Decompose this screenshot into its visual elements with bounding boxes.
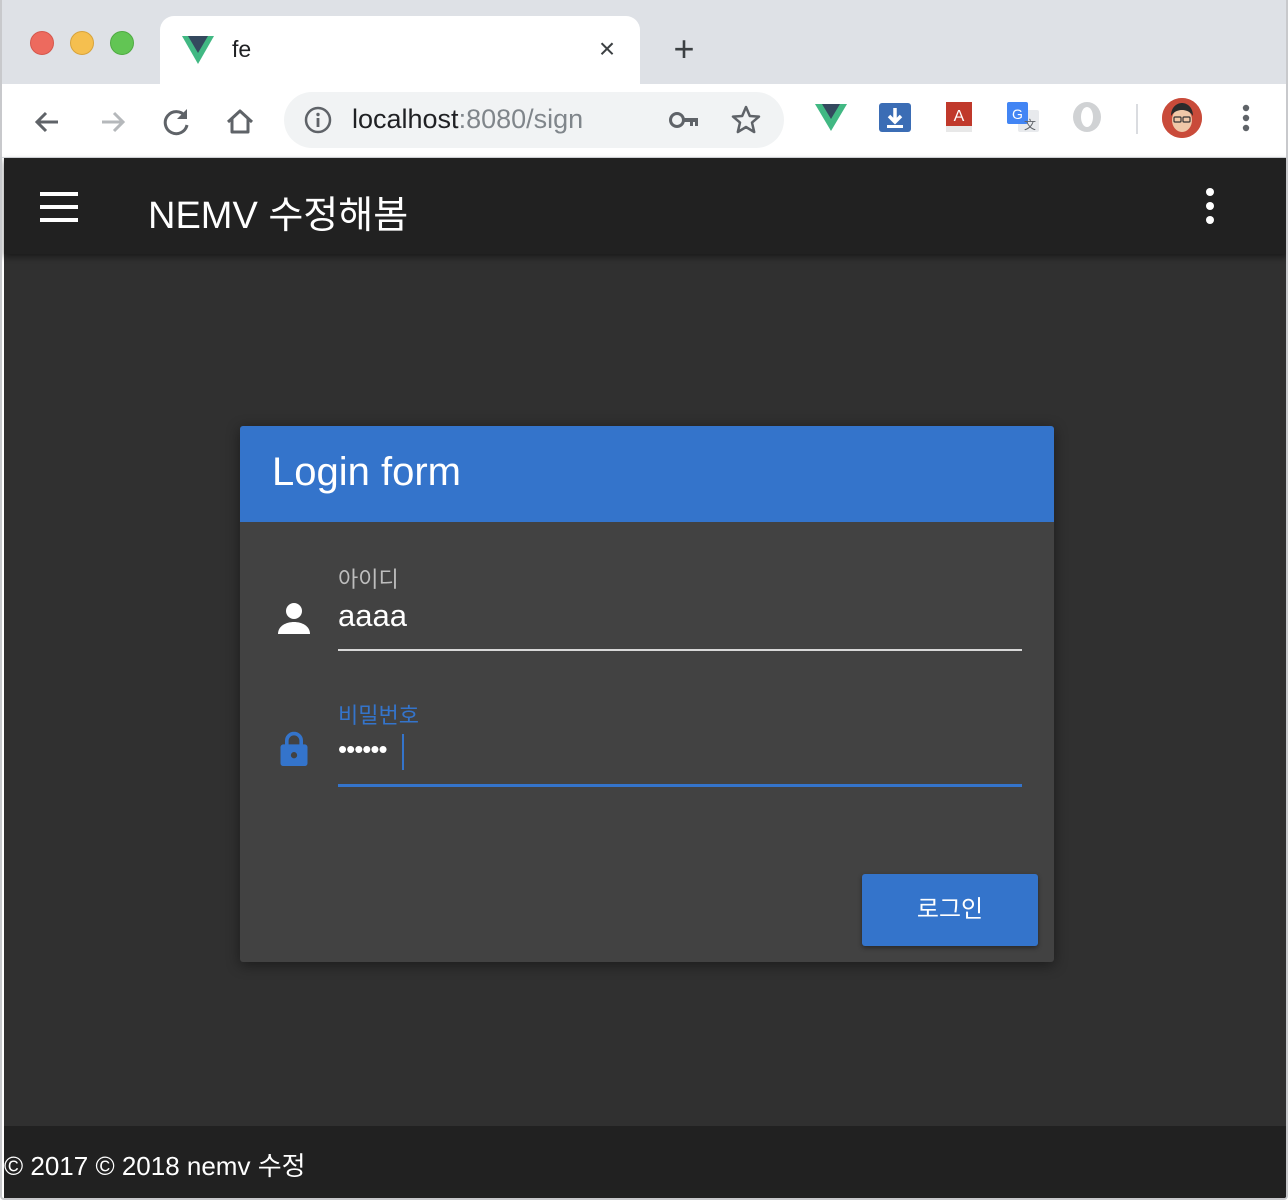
password-field-underline: [338, 784, 1022, 787]
url-path: :8080/sign: [458, 104, 584, 134]
app-root: NEMV 수정해봄 Login form 아이디 aaaa 비밀번호 •••••…: [4, 158, 1286, 1198]
home-button[interactable]: [220, 102, 260, 142]
vue-devtools-icon[interactable]: [814, 100, 848, 134]
login-card-header: Login form: [240, 426, 1054, 522]
star-icon[interactable]: [730, 104, 762, 136]
person-icon: [278, 603, 310, 634]
app-footer: © 2017 © 2018 nemv 수정: [4, 1126, 1286, 1198]
svg-text:文: 文: [1024, 117, 1036, 132]
vue-logo-icon: [182, 36, 214, 64]
forward-button[interactable]: [92, 102, 132, 142]
arrow-right-icon: [102, 111, 126, 133]
address-bar[interactable]: localhost:8080/sign: [284, 92, 784, 148]
key-icon[interactable]: [668, 106, 700, 134]
url-text[interactable]: localhost:8080/sign: [352, 104, 583, 135]
login-button[interactable]: 로그인: [862, 874, 1038, 946]
svg-text:A: A: [954, 108, 965, 125]
login-form-title: Login form: [272, 450, 461, 494]
back-button[interactable]: [28, 102, 68, 142]
password-input[interactable]: ••••••: [338, 734, 388, 765]
info-icon[interactable]: [304, 106, 332, 134]
chrome-menu-icon[interactable]: [1230, 100, 1262, 136]
toolbar-divider: [1136, 104, 1138, 134]
app-title: NEMV 수정해봄: [148, 195, 409, 237]
home-icon: [226, 109, 254, 134]
lock-icon: [280, 731, 308, 766]
browser-tab[interactable]: fe ×: [160, 16, 640, 84]
reload-button[interactable]: [156, 102, 196, 142]
more-vert-icon[interactable]: [1196, 186, 1224, 226]
tab-strip: fe × +: [2, 0, 1286, 84]
profile-avatar[interactable]: [1162, 98, 1202, 138]
minimize-window-button[interactable]: [70, 31, 94, 55]
arrow-left-icon: [34, 111, 58, 133]
footer-text: © 2017 © 2018 nemv 수정: [4, 1151, 306, 1181]
close-window-button[interactable]: [30, 31, 54, 55]
password-field-label: 비밀번호: [338, 703, 419, 728]
browser-window: fe × + localhost:8080/sign A G 文 NEMV 수정…: [0, 0, 1288, 1200]
menu-icon[interactable]: [40, 192, 80, 222]
reload-icon: [163, 109, 189, 136]
opera-icon[interactable]: [1070, 100, 1104, 134]
profile-photo-icon: [1162, 98, 1202, 138]
text-caret: [402, 734, 404, 770]
google-translate-icon[interactable]: G 文: [1006, 100, 1040, 134]
login-card: Login form 아이디 aaaa 비밀번호 •••••• 로그인: [240, 426, 1054, 962]
zoom-window-button[interactable]: [110, 31, 134, 55]
url-host: localhost: [352, 104, 459, 134]
tab-close-button[interactable]: ×: [592, 34, 622, 64]
svg-text:G: G: [1012, 106, 1023, 122]
app-toolbar: NEMV 수정해봄: [4, 158, 1286, 254]
pdf-extension-icon[interactable]: A: [942, 100, 976, 134]
new-tab-button[interactable]: +: [664, 31, 704, 71]
tab-title: fe: [232, 36, 252, 62]
id-input[interactable]: aaaa: [338, 598, 407, 634]
id-field-underline: [338, 649, 1022, 651]
download-extension-icon[interactable]: [878, 100, 912, 134]
id-field-label: 아이디: [338, 567, 399, 592]
